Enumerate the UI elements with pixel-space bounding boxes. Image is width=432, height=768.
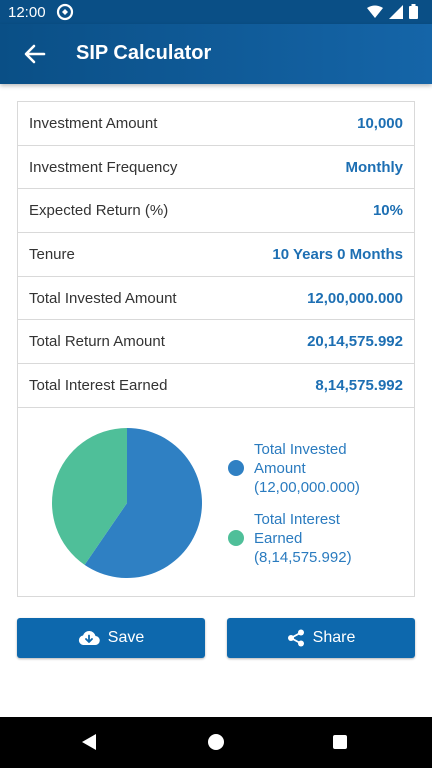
system-nav-bar: [0, 717, 432, 768]
cloud-download-icon: [78, 631, 100, 646]
status-icons: [367, 4, 418, 19]
nav-home-icon[interactable]: [208, 734, 224, 750]
result-row-expected-return: Expected Return (%) 10%: [18, 189, 414, 234]
result-row-investment-frequency: Investment Frequency Monthly: [18, 146, 414, 190]
app-bar: SIP Calculator: [0, 24, 432, 84]
row-value: 10 Years 0 Months: [272, 246, 403, 264]
legend-item-interest: Total Interest Earned (8,14,575.992): [226, 510, 406, 570]
status-bar: 12:00: [0, 0, 432, 24]
share-button-label: Share: [312, 629, 356, 646]
row-label: Total Interest Earned: [29, 377, 168, 395]
row-value: 8,14,575.992: [315, 377, 403, 395]
row-label: Investment Frequency: [29, 158, 178, 176]
result-row-tenure: Tenure 10 Years 0 Months: [18, 233, 414, 277]
legend-label-line: Total Invested: [254, 441, 347, 458]
nav-back-icon[interactable]: [81, 733, 97, 751]
legend-text-invested: Total Invested Amount (12,00,000.000): [254, 440, 360, 497]
legend-value: (8,14,575.992): [254, 549, 352, 566]
row-value: 20,14,575.992: [307, 333, 403, 351]
row-value: Monthly: [345, 158, 404, 176]
arrow-left-icon[interactable]: [22, 41, 48, 67]
legend-value: (12,00,000.000): [254, 479, 360, 496]
legend-label-line: Earned: [254, 530, 303, 547]
legend-dot-invested: [228, 460, 244, 476]
nav-recents-icon[interactable]: [333, 735, 347, 749]
row-value: 12,00,000.000: [307, 289, 403, 307]
vpn-icon: [56, 3, 74, 21]
row-label: Expected Return (%): [29, 202, 169, 220]
result-row-total-interest: Total Interest Earned 8,14,575.992: [18, 364, 414, 408]
result-row-total-return: Total Return Amount 20,14,575.992: [18, 320, 414, 365]
signal-icon: [389, 4, 403, 19]
save-button-label: Save: [107, 629, 145, 646]
row-label: Total Invested Amount: [29, 289, 177, 307]
row-value: 10,000: [357, 115, 403, 132]
row-label: Investment Amount: [29, 115, 158, 132]
battery-icon: [409, 4, 418, 19]
legend-text-interest: Total Interest Earned (8,14,575.992): [254, 510, 352, 567]
row-label: Tenure: [29, 246, 75, 264]
legend-label-line: Total Interest: [254, 511, 340, 528]
pie-chart: [51, 428, 202, 578]
result-row-investment-amount: Investment Amount 10,000: [18, 102, 414, 146]
result-row-total-invested: Total Invested Amount 12,00,000.000: [18, 277, 414, 321]
wifi-icon: [367, 5, 383, 18]
page-title: SIP Calculator: [76, 42, 212, 64]
status-time: 12:00: [8, 4, 46, 21]
row-label: Total Return Amount: [29, 333, 165, 351]
result-card: Investment Amount 10,000 Investment Freq…: [17, 101, 415, 597]
chart-area: Total Invested Amount (12,00,000.000) To…: [18, 408, 414, 596]
share-button[interactable]: Share: [227, 618, 415, 658]
legend-dot-interest: [228, 530, 244, 546]
legend-label-line: Amount: [254, 460, 306, 477]
save-button[interactable]: Save: [17, 618, 205, 658]
row-value: 10%: [372, 202, 403, 220]
legend-item-invested: Total Invested Amount (12,00,000.000): [226, 440, 406, 500]
share-icon: [287, 629, 304, 647]
